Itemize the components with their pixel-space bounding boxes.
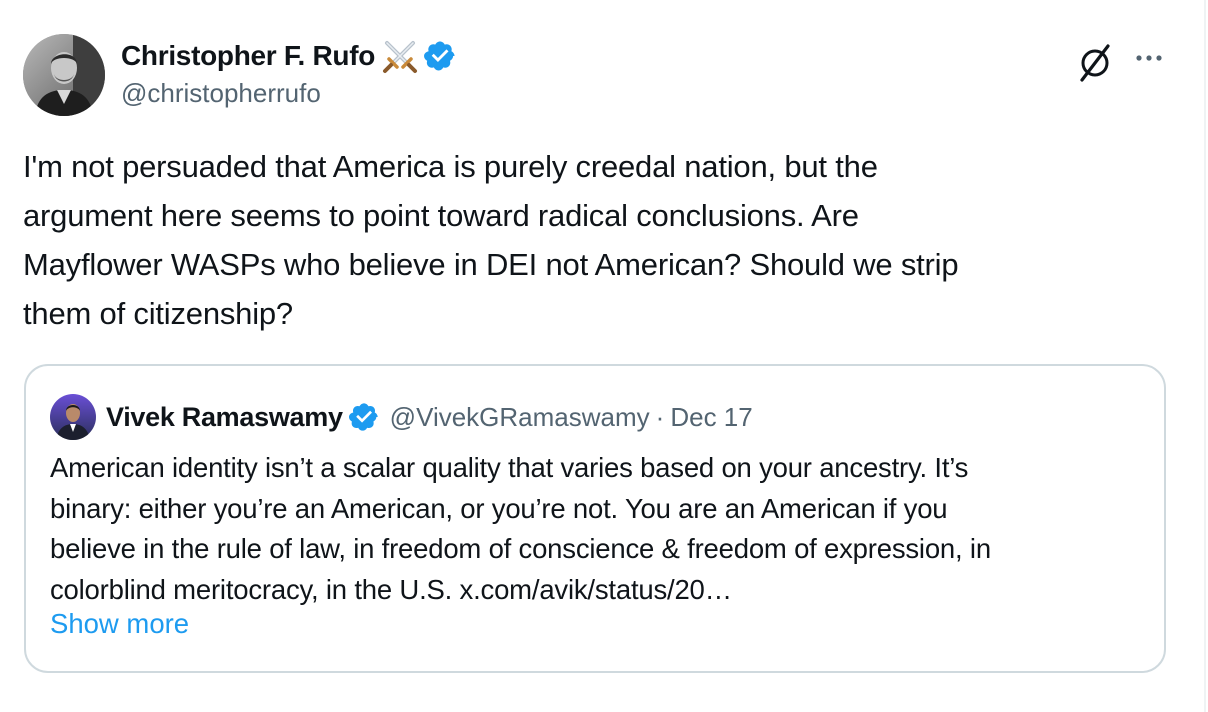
tweet-text-line: Mayflower WASPs who believe in DEI not A… bbox=[23, 247, 959, 282]
author-handle[interactable]: @christopherrufo bbox=[121, 78, 321, 109]
grok-icon[interactable] bbox=[1075, 42, 1115, 82]
tweet-header: Christopher F. Rufo @christopherrufo bbox=[23, 34, 1183, 116]
tweet-text-line: argument here seems to point toward radi… bbox=[23, 198, 859, 233]
tweet-text: I'm not persuaded that America is purely… bbox=[23, 142, 1163, 338]
avatar[interactable] bbox=[23, 34, 105, 116]
verified-badge-icon[interactable] bbox=[423, 39, 457, 73]
show-more-link[interactable]: Show more bbox=[50, 608, 189, 640]
more-options-icon[interactable] bbox=[1133, 42, 1165, 74]
quoted-tweet-text: American identity isn’t a scalar quality… bbox=[50, 448, 1150, 610]
quoted-text-line: American identity isn’t a scalar quality… bbox=[50, 452, 969, 483]
quoted-display-name[interactable]: Vivek Ramaswamy bbox=[106, 402, 343, 433]
quoted-handle[interactable]: @VivekGRamaswamy bbox=[390, 402, 650, 433]
crossed-swords-icon bbox=[381, 38, 419, 74]
verified-badge-icon[interactable] bbox=[348, 401, 380, 433]
tweet-text-line: I'm not persuaded that America is purely… bbox=[23, 149, 878, 184]
quoted-date[interactable]: Dec 17 bbox=[670, 402, 752, 433]
tweet-text-line: them of citizenship? bbox=[23, 296, 293, 331]
quoted-tweet-header: Vivek Ramaswamy @VivekGRamaswamy · Dec 1… bbox=[50, 394, 753, 440]
quoted-text-line: colorblind meritocracy, in the U.S. x.co… bbox=[50, 573, 732, 605]
avatar-photo bbox=[23, 34, 105, 116]
quoted-tweet-card[interactable]: Vivek Ramaswamy @VivekGRamaswamy · Dec 1… bbox=[24, 364, 1166, 673]
quoted-avatar[interactable] bbox=[50, 394, 96, 440]
quoted-text-line: believe in the rule of law, in freedom o… bbox=[50, 533, 991, 564]
display-name[interactable]: Christopher F. Rufo bbox=[121, 40, 375, 72]
quoted-text-line: binary: either you’re an American, or yo… bbox=[50, 492, 948, 524]
author-line: Christopher F. Rufo bbox=[121, 36, 457, 76]
scrollbar-track[interactable] bbox=[1204, 0, 1206, 712]
separator-dot: · bbox=[655, 401, 665, 432]
